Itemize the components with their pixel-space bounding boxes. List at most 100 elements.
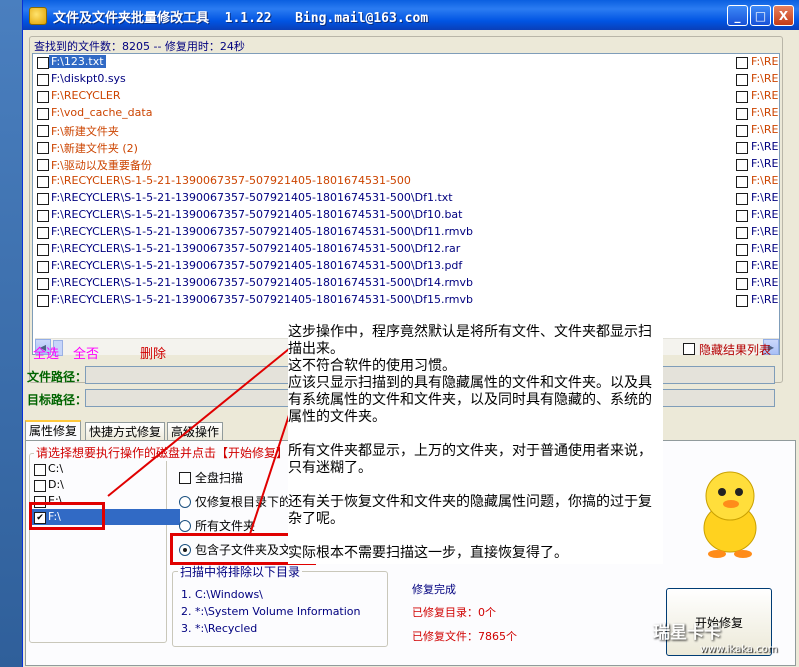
file-row-col2[interactable]: F:\RE [735, 105, 779, 122]
maximize-button[interactable]: □ [750, 5, 771, 26]
file-row-col2[interactable]: F:\RE [735, 275, 779, 292]
hide-results-label[interactable]: 隐藏结果列表 [699, 341, 771, 358]
file-row[interactable]: F:\RECYCLER\S-1-5-21-1390067357-50792140… [33, 258, 733, 275]
file-checkbox[interactable] [37, 57, 49, 69]
annotation-line [288, 528, 663, 545]
file-checkbox[interactable] [37, 159, 49, 171]
file-checkbox[interactable] [37, 244, 49, 256]
results-list[interactable]: ◀ ▶ F:\123.txt F:\diskpt0.sys F:\RECYCLER F… [32, 53, 780, 356]
drive-label: D:\ [48, 478, 64, 491]
file-name: F:\RE [751, 123, 779, 136]
file-checkbox[interactable] [736, 227, 748, 239]
file-checkbox[interactable] [37, 108, 49, 120]
file-row[interactable]: F:\RECYCLER\S-1-5-21-1390067357-50792140… [33, 292, 733, 309]
target-path-label: 目标路径： [27, 393, 88, 407]
file-checkbox[interactable] [736, 74, 748, 86]
file-row[interactable]: F:\RECYCLER\S-1-5-21-1390067357-50792140… [33, 207, 733, 224]
file-checkbox[interactable] [736, 91, 748, 103]
file-name: F:\RE [751, 276, 779, 289]
file-checkbox[interactable] [736, 193, 748, 205]
delete-button[interactable]: 删除 [140, 343, 166, 362]
title-bar[interactable]: 文件及文件夹批量修改工具 1.1.22 Bing.mail@163.com _ … [23, 0, 799, 30]
file-checkbox[interactable] [736, 125, 748, 137]
drive-label: C:\ [48, 462, 64, 475]
tab-attribute-repair[interactable]: 属性修复 [25, 420, 82, 442]
app-icon [29, 7, 47, 25]
annotation-note: 这步操作中，程序竟然默认是将所有文件、文件夹都显示扫描出来。 这不符合软件的使用… [288, 324, 663, 564]
file-row-col2[interactable]: F:\RE [735, 224, 779, 241]
all-folders-label[interactable]: 所有文件夹 [195, 517, 255, 534]
file-checkbox[interactable] [37, 295, 49, 307]
drive-item[interactable]: C:\ [30, 461, 180, 477]
file-checkbox[interactable] [736, 210, 748, 222]
file-name: F:\RECYCLER\S-1-5-21-1390067357-50792140… [51, 208, 463, 221]
file-checkbox[interactable] [37, 227, 49, 239]
file-row-col2[interactable]: F:\RE [735, 258, 779, 275]
status-done: 修复完成 [412, 583, 456, 596]
file-row-col2[interactable]: F:\RE [735, 241, 779, 258]
file-checkbox[interactable] [736, 108, 748, 120]
full-scan-label[interactable]: 全盘扫描 [195, 469, 243, 486]
file-row-col2[interactable]: F:\RE [735, 156, 779, 173]
file-row[interactable]: F:\RECYCLER\S-1-5-21-1390067357-50792140… [33, 190, 733, 207]
file-name: F:\RECYCLER\S-1-5-21-1390067357-50792140… [51, 259, 463, 272]
file-name: F:\RE [751, 191, 779, 204]
file-row-col2[interactable]: F:\RE [735, 122, 779, 139]
tab-shortcut-repair[interactable]: 快捷方式修复 [85, 422, 166, 441]
file-row[interactable]: F:\驱动以及重要备份 [33, 156, 733, 173]
close-button[interactable]: X [773, 5, 794, 26]
file-checkbox[interactable] [736, 159, 748, 171]
minimize-button[interactable]: _ [727, 5, 748, 26]
file-row-col2[interactable]: F:\RE [735, 207, 779, 224]
file-checkbox[interactable] [736, 295, 748, 307]
file-row[interactable]: F:\RECYCLER\S-1-5-21-1390067357-50792140… [33, 275, 733, 292]
file-row[interactable]: F:\RECYCLER [33, 88, 733, 105]
file-row-col2[interactable]: F:\RE [735, 71, 779, 88]
full-scan-checkbox[interactable] [179, 472, 191, 484]
file-checkbox[interactable] [37, 91, 49, 103]
file-checkbox[interactable] [736, 261, 748, 273]
file-checkbox[interactable] [37, 210, 49, 222]
file-checkbox[interactable] [736, 244, 748, 256]
annotation-line: 应该只显示扫描到的具有隐藏属性的文件和文件夹。以及具有系统属性的文件和文件夹，以… [288, 375, 652, 425]
select-none-button[interactable]: 全否 [73, 343, 99, 362]
file-row-col2[interactable]: F:\RE [735, 173, 779, 190]
file-checkbox[interactable] [37, 261, 49, 273]
drive-group-title: 请选择想要执行操作的磁盘并点击【开始修复】 [34, 444, 291, 461]
all-folders-radio[interactable] [179, 520, 191, 532]
file-checkbox[interactable] [736, 278, 748, 290]
file-row[interactable]: F:\diskpt0.sys [33, 71, 733, 88]
file-checkbox[interactable] [736, 57, 748, 69]
file-row[interactable]: F:\123.txt [33, 54, 733, 71]
annotation-line: 还有关于恢复文件和文件夹的隐藏属性问题，你搞的过于复杂了呢。 [288, 494, 652, 527]
file-row[interactable]: F:\RECYCLER\S-1-5-21-1390067357-50792140… [33, 224, 733, 241]
file-checkbox[interactable] [736, 142, 748, 154]
file-checkbox[interactable] [37, 278, 49, 290]
file-row[interactable]: F:\新建文件夹 [33, 122, 733, 139]
file-row[interactable]: F:\新建文件夹 (2) [33, 139, 733, 156]
file-checkbox[interactable] [37, 125, 49, 137]
file-checkbox[interactable] [37, 142, 49, 154]
file-row-col2[interactable]: F:\RE [735, 139, 779, 156]
file-checkbox[interactable] [37, 74, 49, 86]
file-row[interactable]: F:\RECYCLER\S-1-5-21-1390067357-50792140… [33, 173, 733, 190]
hide-results-checkbox[interactable] [683, 343, 695, 355]
file-checkbox[interactable] [37, 193, 49, 205]
file-name: F:\RE [751, 157, 779, 170]
file-row[interactable]: F:\RECYCLER\S-1-5-21-1390067357-50792140… [33, 241, 733, 258]
drive-checkbox[interactable] [34, 464, 46, 476]
drive-item[interactable]: D:\ [30, 477, 180, 493]
file-row-col2[interactable]: F:\RE [735, 292, 779, 309]
file-checkbox[interactable] [37, 176, 49, 188]
file-row-col2[interactable]: F:\RE [735, 190, 779, 207]
file-row-col2[interactable]: F:\RE [735, 88, 779, 105]
root-only-radio[interactable] [179, 496, 191, 508]
file-row[interactable]: F:\vod_cache_data [33, 105, 733, 122]
select-all-button[interactable]: 全选 [33, 343, 59, 362]
file-name: F:\RE [751, 72, 779, 85]
tab-advanced[interactable]: 高级操作 [167, 422, 224, 441]
drive-checkbox[interactable] [34, 480, 46, 492]
file-checkbox[interactable] [736, 176, 748, 188]
file-row-col2[interactable]: F:\RE [735, 54, 779, 71]
highlight-drive-f [29, 502, 105, 530]
